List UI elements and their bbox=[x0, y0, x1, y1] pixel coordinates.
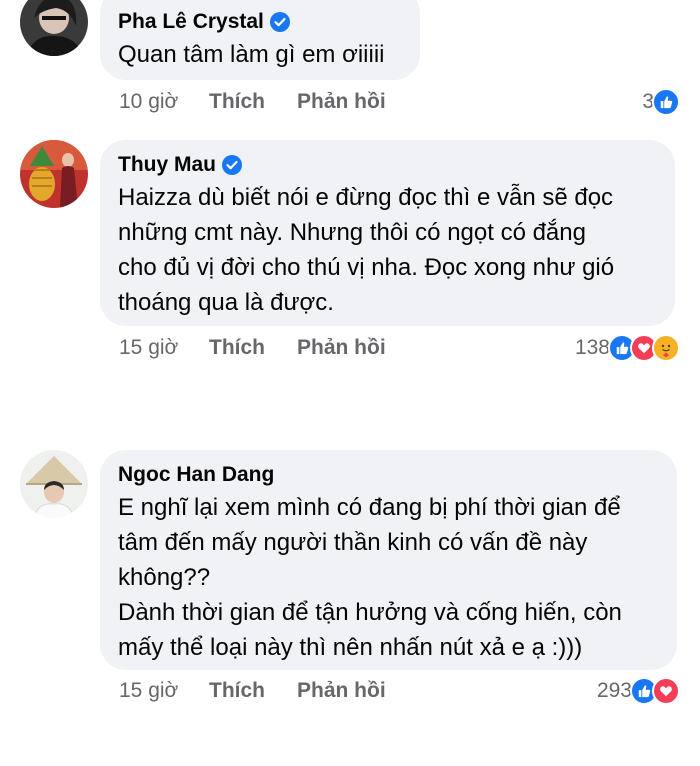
reaction-count: 293 bbox=[596, 679, 632, 702]
reaction-count: 138 bbox=[574, 336, 610, 359]
timestamp[interactable]: 15 giờ bbox=[119, 336, 209, 360]
comment-text: E nghĩ lại xem mình có đang bị phí thời … bbox=[118, 494, 622, 661]
like-button[interactable]: Thích bbox=[209, 90, 297, 114]
timestamp[interactable]: 15 giờ bbox=[119, 679, 209, 703]
reaction-summary[interactable]: 138 bbox=[575, 333, 680, 363]
like-icon bbox=[652, 88, 680, 116]
like-button[interactable]: Thích bbox=[209, 679, 297, 703]
comment-actions: 15 giờ Thích Phản hồi bbox=[119, 333, 386, 363]
comment-actions: 10 giờ Thích Phản hồi bbox=[119, 87, 386, 117]
reply-button[interactable]: Phản hồi bbox=[297, 679, 386, 703]
reply-button[interactable]: Phản hồi bbox=[297, 336, 386, 360]
author-name[interactable]: Ngoc Han Dang bbox=[118, 463, 274, 487]
comment-actions: 15 giờ Thích Phản hồi bbox=[119, 676, 386, 706]
comment-bubble: Thuy Mau Haizza dù biết nói e đừng đọc t… bbox=[100, 140, 675, 326]
avatar[interactable] bbox=[20, 450, 88, 518]
comment-bubble: Pha Lê Crystal Quan tâm làm gì em ơiiiii bbox=[100, 0, 420, 80]
author-name[interactable]: Thuy Mau bbox=[118, 153, 216, 177]
avatar[interactable] bbox=[20, 0, 88, 56]
reaction-summary[interactable]: 293 bbox=[597, 676, 680, 706]
avatar[interactable] bbox=[20, 140, 88, 208]
comment-text: Quan tâm làm gì em ơiiiii bbox=[118, 41, 385, 68]
verified-badge-icon bbox=[222, 155, 242, 175]
like-button[interactable]: Thích bbox=[209, 336, 297, 360]
reaction-summary[interactable]: 3 bbox=[642, 87, 680, 117]
timestamp[interactable]: 10 giờ bbox=[119, 90, 209, 114]
comment-bubble: Ngoc Han Dang E nghĩ lại xem mình có đan… bbox=[100, 450, 677, 670]
care-icon bbox=[652, 334, 680, 362]
reply-button[interactable]: Phản hồi bbox=[297, 90, 386, 114]
author-name[interactable]: Pha Lê Crystal bbox=[118, 10, 264, 34]
verified-badge-icon bbox=[269, 12, 290, 32]
comment-text: Haizza dù biết nói e đừng đọc thì e vẫn … bbox=[118, 184, 615, 316]
love-icon bbox=[652, 677, 680, 705]
